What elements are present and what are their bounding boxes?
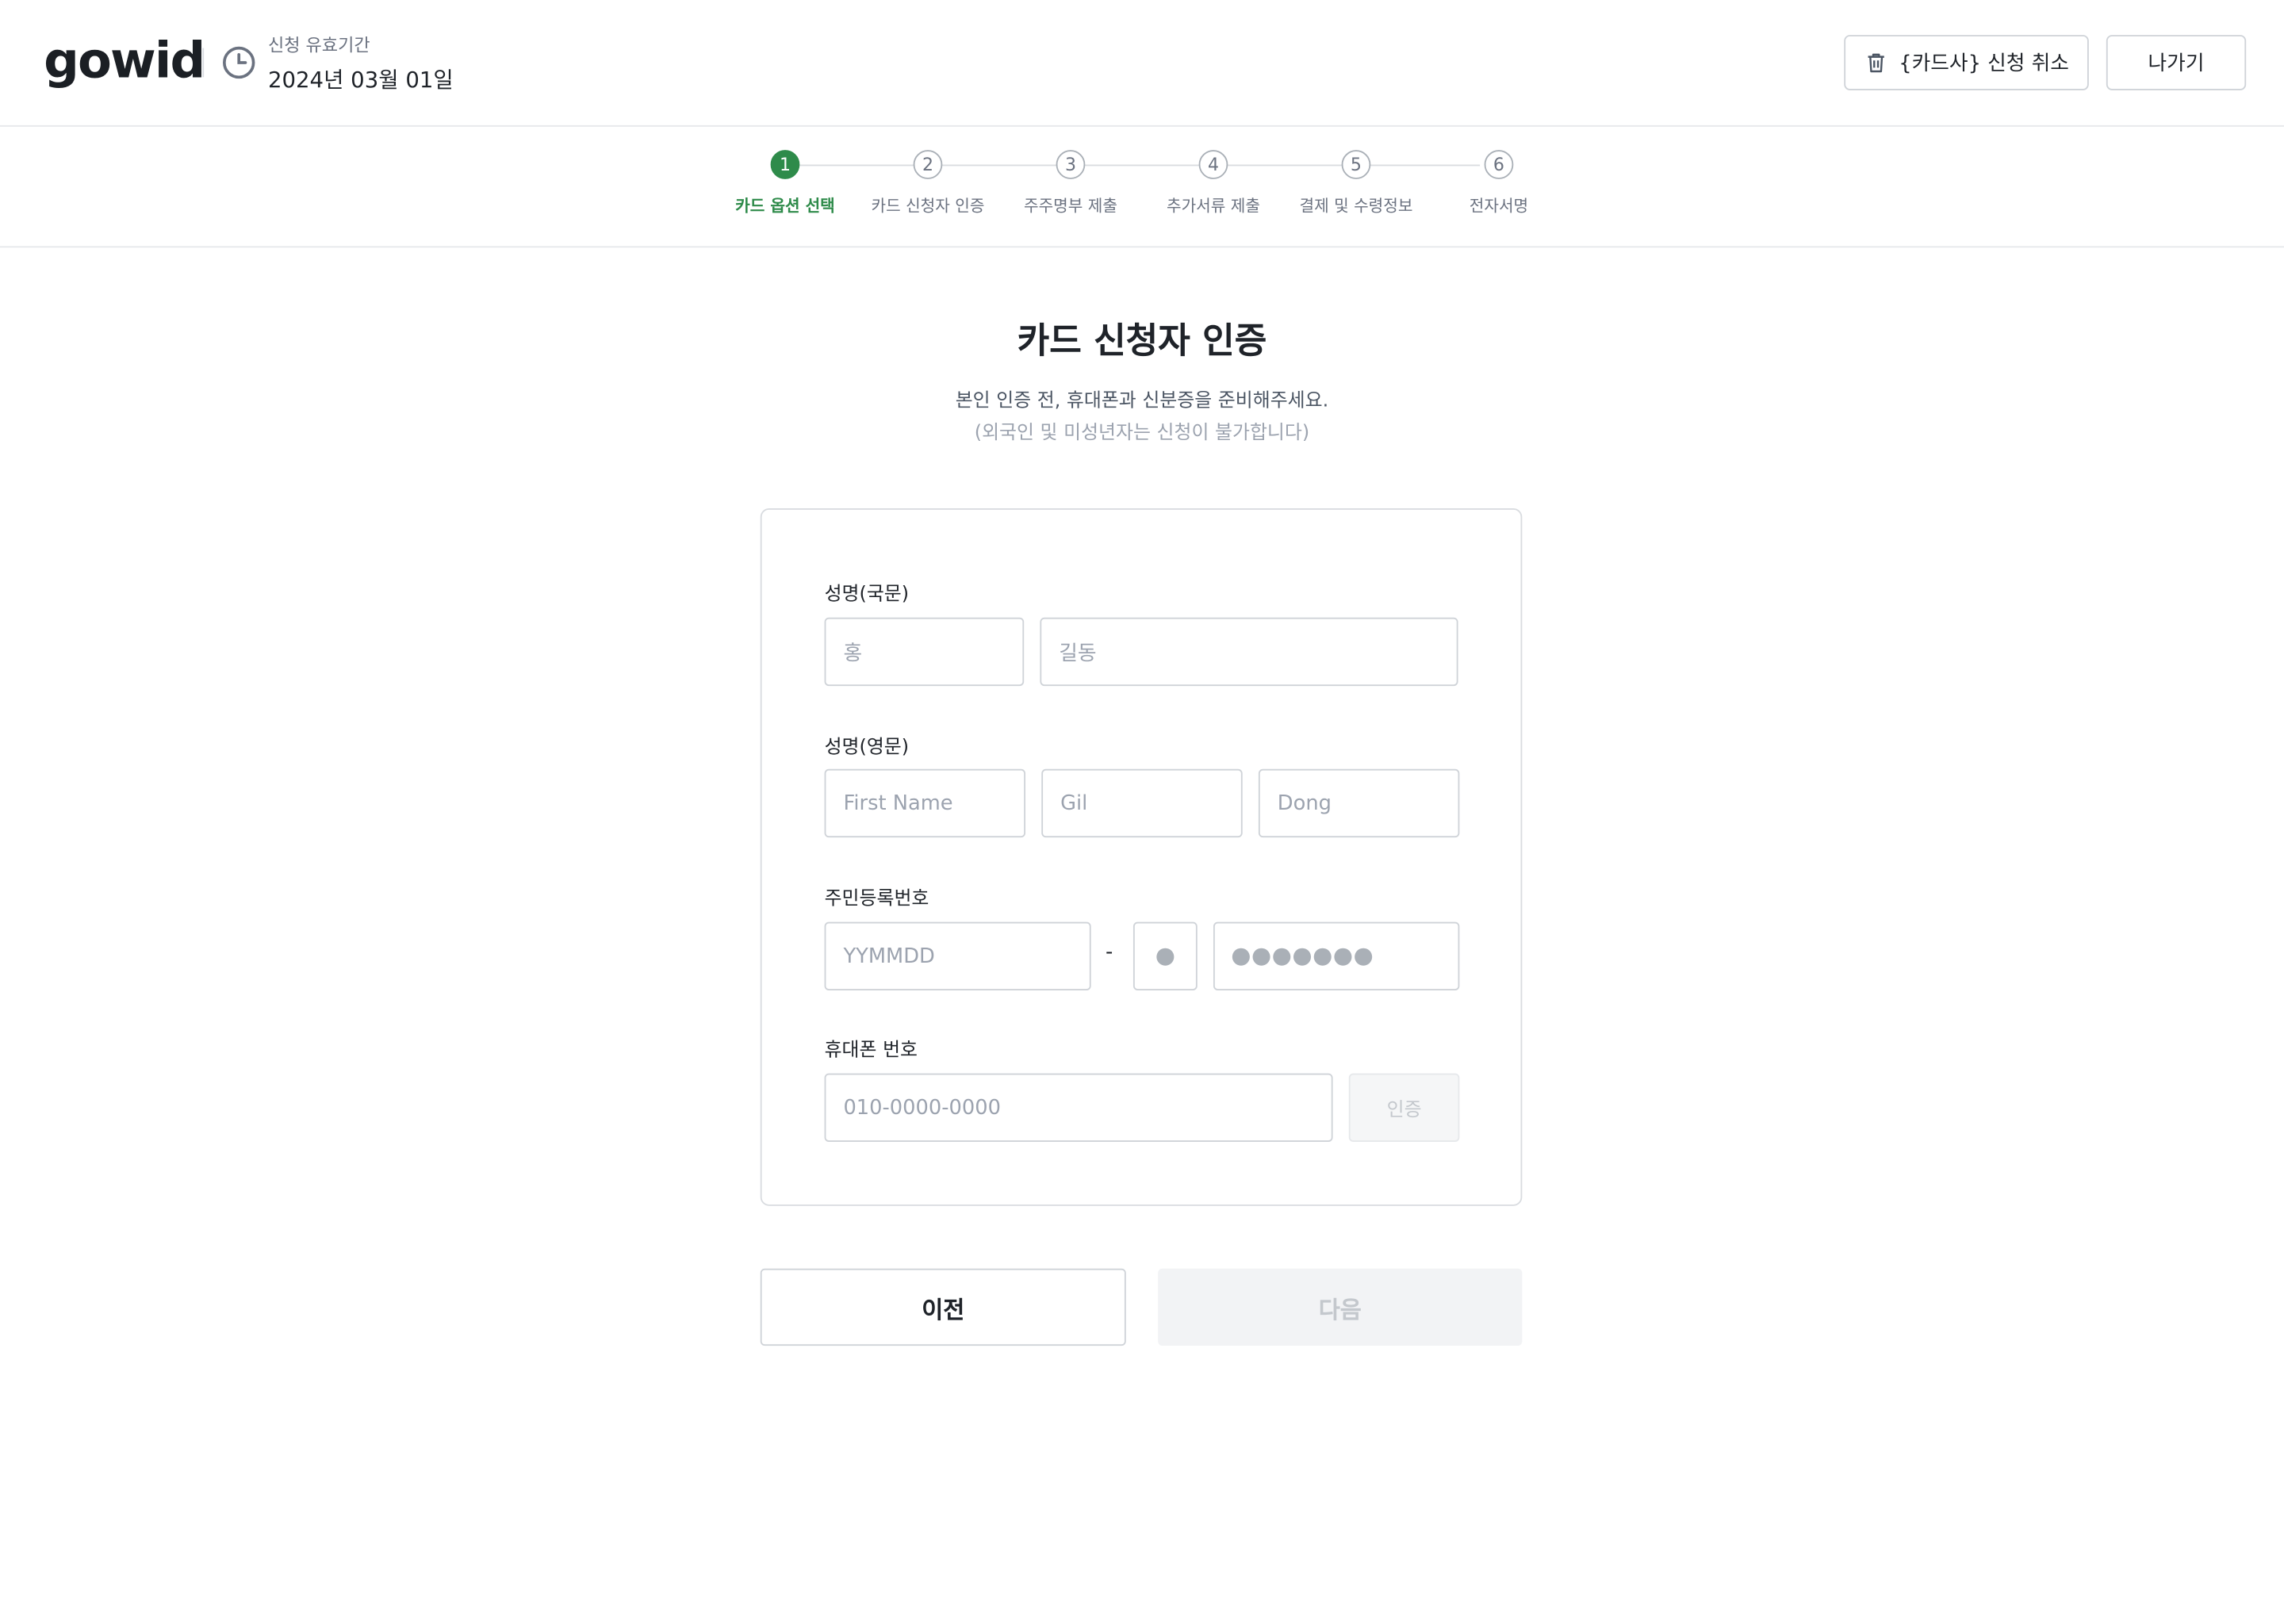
step-5[interactable]: 5 결제 및 수령정보 bbox=[1283, 150, 1429, 216]
page-note: (외국인 및 미성년자는 신청이 불가합니다) bbox=[974, 422, 1310, 445]
step-number: 3 bbox=[1056, 150, 1086, 179]
step-number: 6 bbox=[1484, 150, 1514, 179]
placeholder: Gil bbox=[1060, 791, 1088, 815]
step-label: 전자서명 bbox=[1469, 196, 1529, 216]
step-number: 5 bbox=[1341, 150, 1371, 179]
step-number: 1 bbox=[770, 150, 800, 179]
gowid-logo[interactable]: gowid bbox=[44, 32, 205, 90]
step-label: 추가서류 제출 bbox=[1166, 196, 1260, 216]
progress-stepper: 1 카드 옵션 선택 2 카드 신청자 인증 3 주주명부 제출 4 추가서류 … bbox=[0, 127, 2284, 248]
step-3[interactable]: 3 주주명부 제출 bbox=[998, 150, 1144, 216]
next-label: 다음 bbox=[1318, 1295, 1362, 1323]
verify-label: 인증 bbox=[1386, 1099, 1422, 1122]
step-1[interactable]: 1 카드 옵션 선택 bbox=[712, 150, 858, 216]
step-label: 주주명부 제출 bbox=[1023, 196, 1117, 216]
step-label: 결제 및 수령정보 bbox=[1299, 196, 1413, 216]
placeholder: YYMMDD bbox=[843, 944, 935, 968]
page-subtitle: 본인 인증 전, 휴대폰과 신분증을 준비해주세요. bbox=[955, 390, 1329, 412]
masked-dot bbox=[1293, 947, 1312, 965]
rrn-label: 주민등록번호 bbox=[824, 888, 929, 910]
previous-label: 이전 bbox=[922, 1295, 965, 1323]
step-number: 2 bbox=[913, 150, 943, 179]
rrn-separator: - bbox=[1106, 940, 1113, 964]
first-name-kr-input[interactable]: 길동 bbox=[1040, 617, 1458, 687]
placeholder: 홍 bbox=[843, 642, 863, 665]
first-name-en-input[interactable]: Dong bbox=[1258, 768, 1460, 838]
phone-number-input[interactable]: 010-0000-0000 bbox=[824, 1073, 1333, 1142]
cancel-application-button[interactable]: {카드사} 신청 취소 bbox=[1844, 35, 2089, 90]
clock-icon bbox=[223, 46, 255, 79]
page-title: 카드 신청자 인증 bbox=[1017, 320, 1267, 362]
middle-name-en-input[interactable]: Gil bbox=[1041, 768, 1243, 838]
placeholder: First Name bbox=[843, 791, 953, 815]
last-name-en-input[interactable]: First Name bbox=[824, 768, 1026, 838]
masked-dot bbox=[1273, 947, 1291, 965]
masked-dot bbox=[1156, 947, 1175, 965]
step-2[interactable]: 2 카드 신청자 인증 bbox=[855, 150, 1001, 216]
name-en-label: 성명(영문) bbox=[824, 737, 910, 759]
rrn-birthdate-input[interactable]: YYMMDD bbox=[824, 921, 1091, 990]
placeholder: 길동 bbox=[1059, 642, 1097, 665]
header-divider bbox=[202, 48, 205, 78]
previous-button[interactable]: 이전 bbox=[760, 1268, 1126, 1346]
exit-button[interactable]: 나가기 bbox=[2106, 35, 2247, 90]
next-button[interactable]: 다음 bbox=[1158, 1268, 1523, 1346]
trash-icon bbox=[1867, 53, 1884, 73]
rrn-masked-input[interactable] bbox=[1213, 921, 1460, 990]
validity-label: 신청 유효기간 bbox=[267, 35, 370, 56]
last-name-kr-input[interactable]: 홍 bbox=[824, 617, 1025, 687]
masked-dot bbox=[1334, 947, 1352, 965]
validity-date: 2024년 03월 01일 bbox=[267, 67, 454, 94]
step-number: 4 bbox=[1198, 150, 1228, 179]
cancel-application-label: {카드사} 신청 취소 bbox=[1899, 52, 2069, 76]
placeholder: 010-0000-0000 bbox=[843, 1096, 1001, 1120]
masked-dot bbox=[1232, 947, 1250, 965]
step-4[interactable]: 4 추가서류 제출 bbox=[1140, 150, 1286, 216]
masked-dot bbox=[1355, 947, 1373, 965]
phone-label: 휴대폰 번호 bbox=[824, 1040, 918, 1062]
step-6[interactable]: 6 전자서명 bbox=[1426, 150, 1572, 216]
rrn-gender-digit-input[interactable] bbox=[1132, 921, 1198, 990]
step-label: 카드 옵션 선택 bbox=[735, 196, 835, 216]
exit-label: 나가기 bbox=[2148, 52, 2205, 76]
verify-phone-button[interactable]: 인증 bbox=[1348, 1073, 1460, 1142]
masked-dot bbox=[1252, 947, 1270, 965]
top-header: gowid 신청 유효기간 2024년 03월 01일 {카드사} 신청 취소 … bbox=[0, 0, 2284, 127]
masked-dot bbox=[1313, 947, 1332, 965]
step-label: 카드 신청자 인증 bbox=[871, 196, 985, 216]
placeholder: Dong bbox=[1277, 791, 1332, 815]
name-kr-label: 성명(국문) bbox=[824, 584, 910, 607]
